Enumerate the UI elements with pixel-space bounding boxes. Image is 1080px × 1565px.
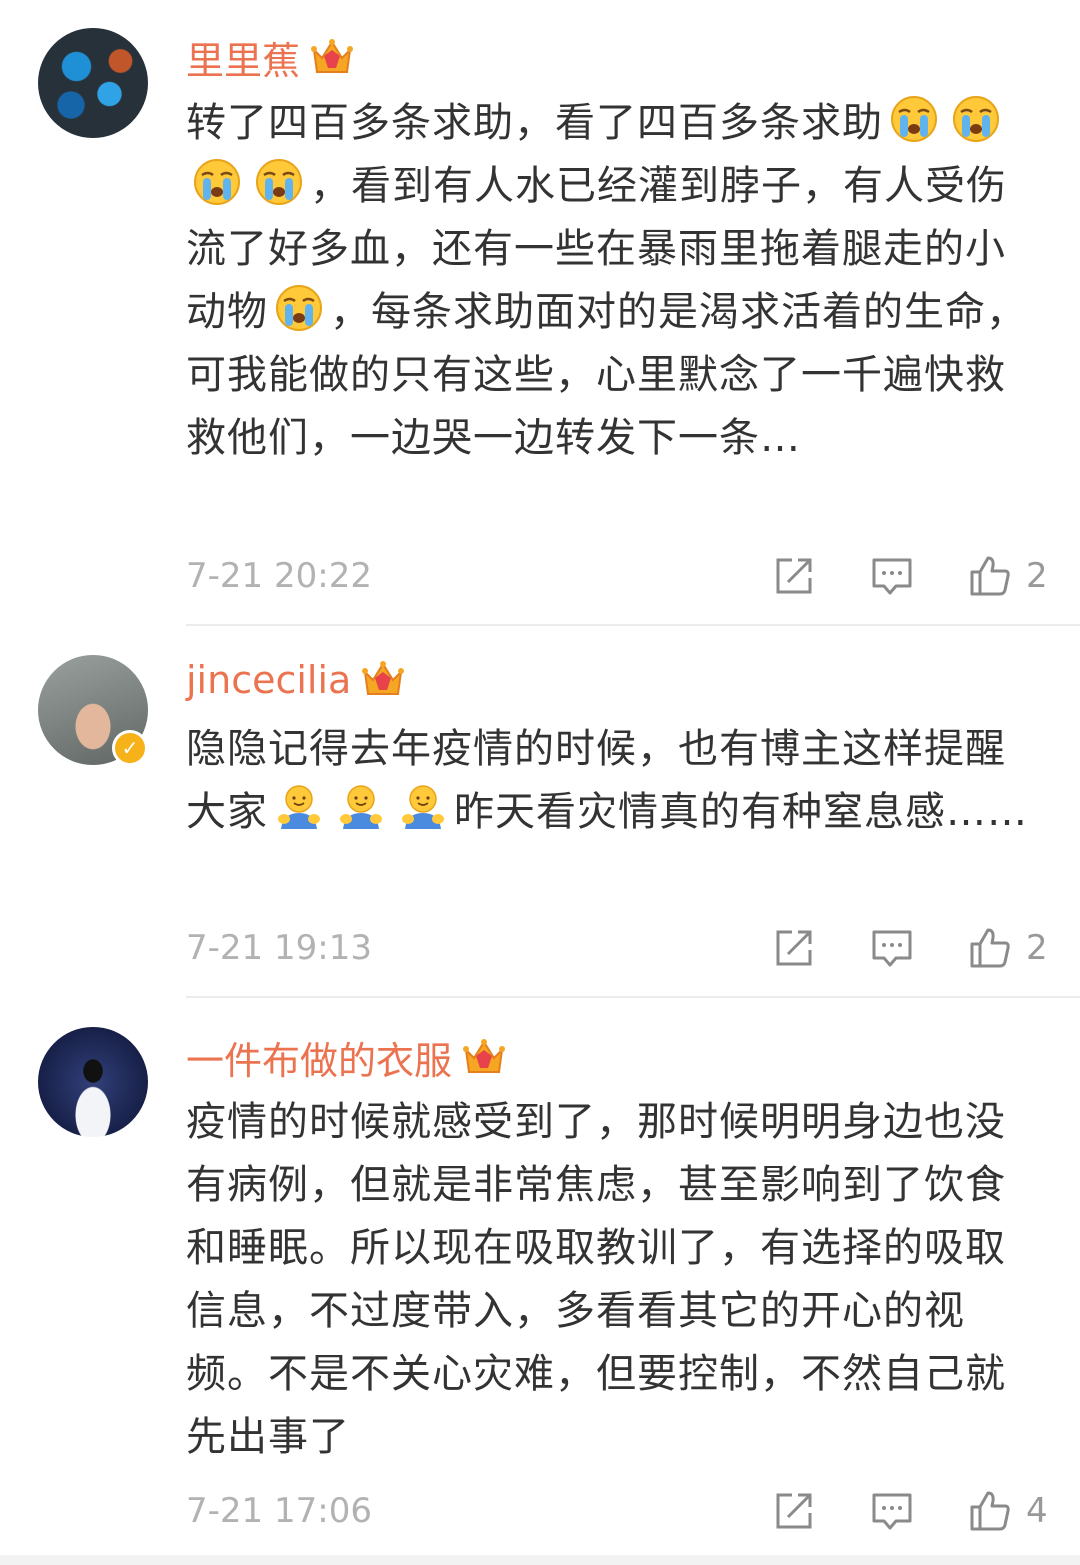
username-row: 里里蕉 xyxy=(186,30,354,85)
username[interactable]: 里里蕉 xyxy=(186,30,300,85)
comment-text: 隐隐记得去年疫情的时候，也有博主这样提醒大家 昨天看灾情真的有种窒息感…… xyxy=(186,726,1028,835)
crying-face-emoji xyxy=(274,283,324,333)
comment-icon[interactable] xyxy=(870,554,914,598)
like-count: 2 xyxy=(1026,556,1048,596)
crying-face-emoji xyxy=(889,94,939,144)
crying-face-emoji xyxy=(951,94,1001,144)
comment-icon[interactable] xyxy=(870,1489,914,1533)
avatar[interactable] xyxy=(38,1027,148,1137)
comment-meta: 7-21 17:06 4 xyxy=(186,1486,1048,1536)
like-count: 4 xyxy=(1026,1491,1048,1531)
repost-icon[interactable] xyxy=(772,1489,816,1533)
timestamp: 7-21 20:22 xyxy=(186,556,372,596)
username-row: 一件布做的衣服 xyxy=(186,1030,506,1085)
crown-icon xyxy=(310,38,354,78)
comment-actions: 2 xyxy=(718,551,1048,601)
comment-icon[interactable] xyxy=(870,926,914,970)
thumbs-up-icon[interactable] xyxy=(968,1489,1012,1533)
hug-emoji xyxy=(274,783,324,833)
thumbs-up-icon[interactable] xyxy=(968,554,1012,598)
divider xyxy=(186,996,1080,998)
verified-badge-icon: ✓ xyxy=(112,730,148,766)
avatar[interactable] xyxy=(38,28,148,138)
bottom-divider xyxy=(0,1555,1080,1565)
comment-text: 疫情的时候就感受到了，那时候明明身边也没有病例，但就是非常焦虑，甚至影响到了饮食… xyxy=(186,1099,1006,1460)
crying-face-emoji xyxy=(192,157,242,207)
timestamp: 7-21 17:06 xyxy=(186,1491,372,1531)
timestamp: 7-21 19:13 xyxy=(186,928,372,968)
hug-emoji xyxy=(336,783,386,833)
username-row: jincecilia xyxy=(186,658,405,702)
username[interactable]: 一件布做的衣服 xyxy=(186,1030,452,1085)
username[interactable]: jincecilia xyxy=(186,658,351,702)
thumbs-up-icon[interactable] xyxy=(968,926,1012,970)
comment-meta: 7-21 20:22 2 xyxy=(186,551,1048,601)
crying-face-emoji xyxy=(254,157,304,207)
comment-actions: 4 xyxy=(718,1486,1048,1536)
repost-icon[interactable] xyxy=(772,554,816,598)
divider xyxy=(186,624,1080,626)
comment-actions: 2 xyxy=(718,923,1048,973)
comment-meta: 7-21 19:13 2 xyxy=(186,923,1048,973)
crown-icon xyxy=(462,1038,506,1078)
comment-text: 转了四百多条求助，看了四百多条求助，看到有人水已经灌到脖子，有人受伤流了好多血，… xyxy=(186,92,1046,470)
hug-emoji xyxy=(398,783,448,833)
like-count: 2 xyxy=(1026,928,1048,968)
crown-icon xyxy=(361,660,405,700)
repost-icon[interactable] xyxy=(772,926,816,970)
